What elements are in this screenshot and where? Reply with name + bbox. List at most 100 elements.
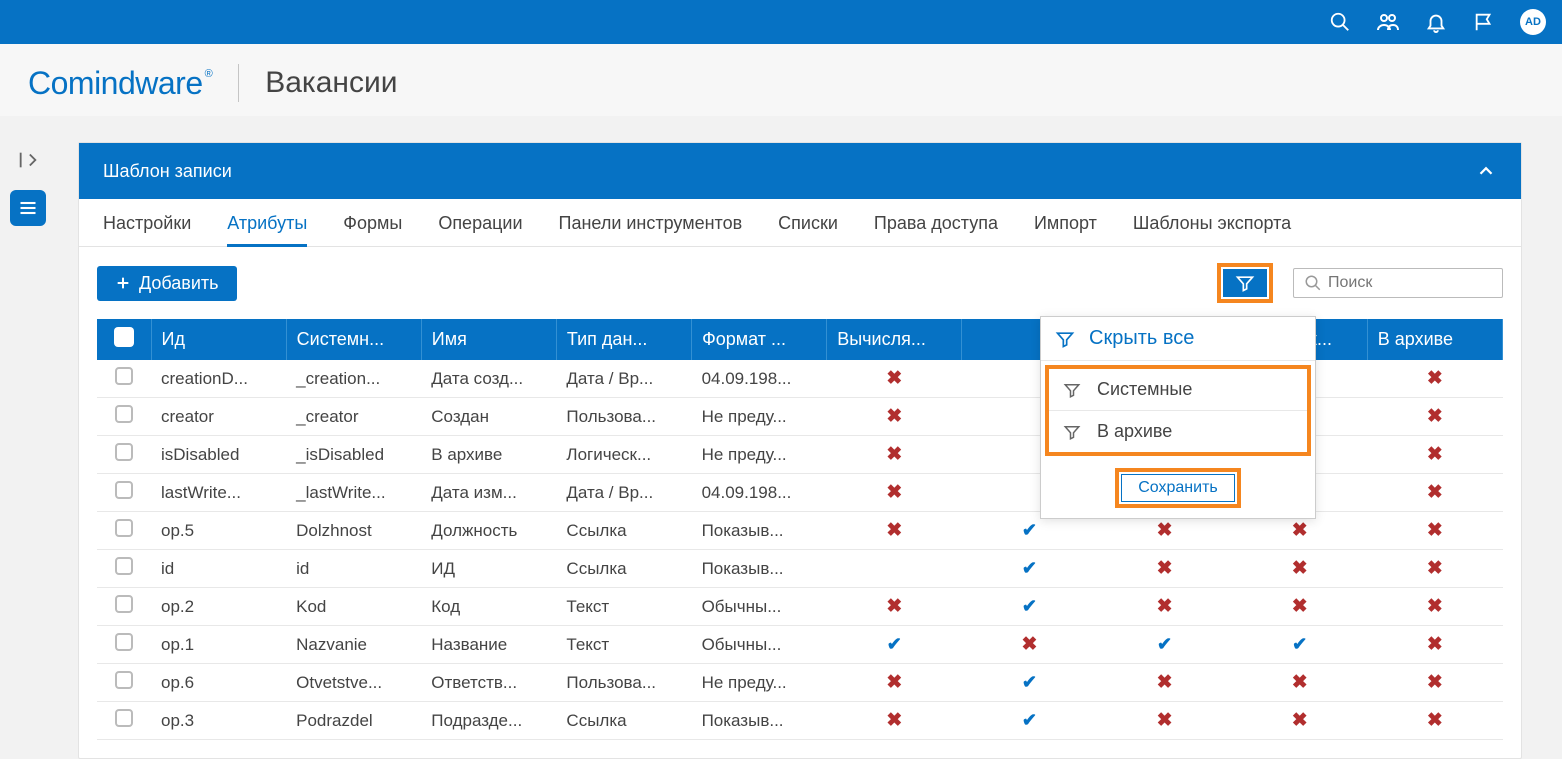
cell-arch: ✖ <box>1367 664 1502 702</box>
row-checkbox[interactable] <box>115 481 133 499</box>
filter-icon <box>1055 329 1075 349</box>
cell-sys: _lastWrite... <box>286 474 421 512</box>
x-icon: ✖ <box>886 368 902 389</box>
cell-name: Должность <box>421 512 556 550</box>
x-icon: ✖ <box>1157 558 1173 579</box>
row-checkbox[interactable] <box>115 671 133 689</box>
column-header-2[interactable]: Имя <box>421 319 556 360</box>
table-row[interactable]: ididИДСсылкаПоказыв...✔✖✖✖ <box>97 550 1503 588</box>
users-icon[interactable] <box>1376 10 1400 34</box>
cell-type: Дата / Вр... <box>556 360 691 398</box>
cell-format: Показыв... <box>692 550 827 588</box>
cell-c8: ✔ <box>1097 626 1232 664</box>
x-icon: ✖ <box>1292 710 1308 731</box>
collapse-sidebar-icon[interactable] <box>10 142 46 178</box>
cell-sys: Kod <box>286 588 421 626</box>
cell-calc: ✖ <box>827 360 962 398</box>
cell-type: Ссылка <box>556 550 691 588</box>
check-icon: ✔ <box>1022 520 1037 540</box>
cell-arch: ✖ <box>1367 398 1502 436</box>
cell-name: Подразде... <box>421 702 556 740</box>
filter-save-button[interactable]: Сохранить <box>1121 474 1235 502</box>
tab-6[interactable]: Права доступа <box>874 213 998 246</box>
cell-format: Показыв... <box>692 702 827 740</box>
toolbar: Добавить <box>79 247 1521 319</box>
cell-arch: ✖ <box>1367 512 1502 550</box>
cell-id: isDisabled <box>151 436 286 474</box>
row-checkbox[interactable] <box>115 367 133 385</box>
menu-icon[interactable] <box>10 190 46 226</box>
filter-option-1[interactable]: В архиве <box>1049 411 1307 452</box>
search-box[interactable] <box>1293 268 1503 298</box>
brand-logo[interactable]: Comindware® <box>28 65 212 102</box>
filter-save-highlight: Сохранить <box>1115 468 1241 508</box>
tab-1[interactable]: Атрибуты <box>227 213 307 247</box>
row-checkbox[interactable] <box>115 443 133 461</box>
column-header-5[interactable]: Вычисля... <box>827 319 962 360</box>
row-checkbox[interactable] <box>115 557 133 575</box>
cell-name: Дата изм... <box>421 474 556 512</box>
column-header-4[interactable]: Формат ... <box>692 319 827 360</box>
x-icon: ✖ <box>886 710 902 731</box>
tabs: Настройки Атрибуты Формы Операции Панели инс… <box>79 199 1521 247</box>
x-icon: ✖ <box>1157 596 1173 617</box>
x-icon: ✖ <box>1427 482 1443 503</box>
add-button[interactable]: Добавить <box>97 266 237 301</box>
cell-name: Код <box>421 588 556 626</box>
x-icon: ✖ <box>1157 672 1173 693</box>
table-row[interactable]: op.1NazvanieНазваниеТекстОбычны...✔✖✔✔✖ <box>97 626 1503 664</box>
x-icon: ✖ <box>1427 634 1443 655</box>
row-checkbox[interactable] <box>115 519 133 537</box>
column-header-9[interactable]: В архиве <box>1367 319 1502 360</box>
tab-0[interactable]: Настройки <box>103 213 191 246</box>
table-row[interactable]: op.3PodrazdelПодразде...СсылкаПоказыв...… <box>97 702 1503 740</box>
header-checkbox-cell[interactable] <box>97 319 151 360</box>
cell-type: Пользова... <box>556 398 691 436</box>
filter-hide-all[interactable]: Скрыть все <box>1041 317 1315 361</box>
tab-2[interactable]: Формы <box>343 213 402 246</box>
bell-icon[interactable] <box>1424 10 1448 34</box>
column-header-0[interactable]: Ид <box>151 319 286 360</box>
x-icon: ✖ <box>1292 520 1308 541</box>
avatar[interactable]: AD <box>1520 9 1546 35</box>
search-icon[interactable] <box>1328 10 1352 34</box>
cell-id: op.1 <box>151 626 286 664</box>
x-icon: ✖ <box>886 482 902 503</box>
cell-format: Показыв... <box>692 512 827 550</box>
row-checkbox[interactable] <box>115 709 133 727</box>
column-header-3[interactable]: Тип дан... <box>556 319 691 360</box>
search-input[interactable] <box>1328 274 1492 292</box>
row-checkbox[interactable] <box>115 633 133 651</box>
filter-options-highlight: СистемныеВ архиве <box>1045 365 1311 456</box>
cell-type: Ссылка <box>556 702 691 740</box>
filter-icon <box>1063 381 1081 399</box>
table-row[interactable]: op.2KodКодТекстОбычны...✖✔✖✖✖ <box>97 588 1503 626</box>
flag-icon[interactable] <box>1472 10 1496 34</box>
tab-3[interactable]: Операции <box>438 213 522 246</box>
row-checkbox[interactable] <box>115 595 133 613</box>
panel-header[interactable]: Шаблон записи <box>79 143 1521 199</box>
filter-button[interactable] <box>1223 269 1267 297</box>
x-icon: ✖ <box>1292 672 1308 693</box>
table-row[interactable]: op.6Otvetstve...Ответств...Пользова...Не… <box>97 664 1503 702</box>
tab-4[interactable]: Панели инструментов <box>559 213 743 246</box>
cell-id: creationD... <box>151 360 286 398</box>
tab-7[interactable]: Импорт <box>1034 213 1097 246</box>
cell-calc: ✔ <box>827 626 962 664</box>
cell-c8: ✖ <box>1097 588 1232 626</box>
cell-arch: ✖ <box>1367 626 1502 664</box>
column-header-1[interactable]: Системн... <box>286 319 421 360</box>
x-icon: ✖ <box>886 672 902 693</box>
row-checkbox[interactable] <box>115 405 133 423</box>
cell-format: Не преду... <box>692 436 827 474</box>
select-all-checkbox[interactable] <box>114 327 134 347</box>
x-icon: ✖ <box>886 406 902 427</box>
cell-sys: _creation... <box>286 360 421 398</box>
cell-sys: Dolzhnost <box>286 512 421 550</box>
x-icon: ✖ <box>1427 596 1443 617</box>
side-controls <box>10 142 46 226</box>
x-icon: ✖ <box>1157 520 1173 541</box>
tab-8[interactable]: Шаблоны экспорта <box>1133 213 1291 246</box>
filter-option-0[interactable]: Системные <box>1049 369 1307 411</box>
tab-5[interactable]: Списки <box>778 213 838 246</box>
